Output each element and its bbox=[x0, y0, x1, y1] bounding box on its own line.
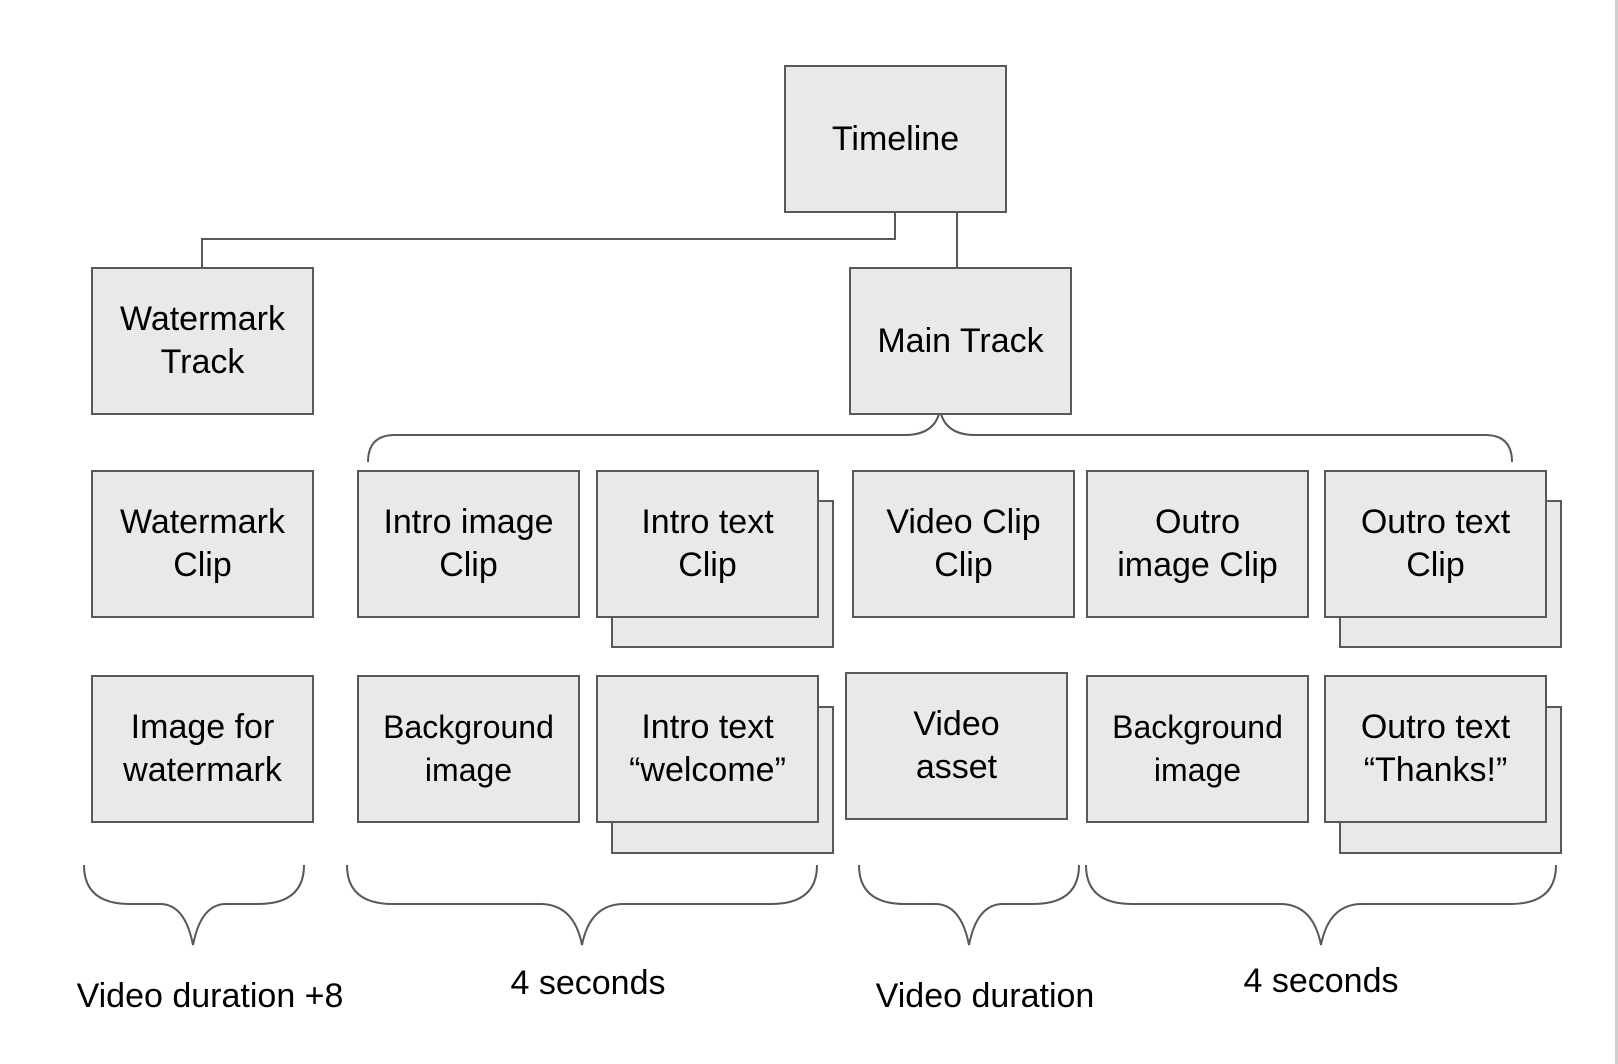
clip-label: Video Clip Clip bbox=[886, 503, 1041, 584]
asset-node[interactable]: Outro text “Thanks!” bbox=[1324, 675, 1547, 823]
main-track-node[interactable]: Main Track bbox=[849, 267, 1072, 415]
clip-label: Intro image Clip bbox=[383, 503, 554, 584]
brace-intro bbox=[346, 864, 818, 946]
clip-label: Watermark Clip bbox=[120, 503, 285, 584]
duration-label-outro: 4 seconds bbox=[1243, 962, 1399, 1000]
asset-label: Intro text “welcome” bbox=[629, 708, 786, 789]
asset-node[interactable]: Video asset bbox=[845, 672, 1068, 820]
clip-node[interactable]: Outro text Clip bbox=[1324, 470, 1547, 618]
duration-label-video: Video duration bbox=[875, 977, 1095, 1015]
duration-label-intro: 4 seconds bbox=[510, 964, 666, 1002]
connector-timeline-watermark-track bbox=[201, 212, 896, 267]
brace-watermark bbox=[83, 864, 305, 946]
duration-label-watermark: Video duration +8 bbox=[76, 977, 344, 1015]
clip-label: Outro text Clip bbox=[1360, 503, 1511, 584]
asset-node[interactable]: Background image bbox=[1086, 675, 1309, 823]
main-track-label: Main Track bbox=[877, 321, 1044, 360]
brace-video bbox=[858, 864, 1080, 946]
clip-node[interactable]: Intro text Clip bbox=[596, 470, 819, 618]
asset-label: Outro text “Thanks!” bbox=[1360, 708, 1511, 789]
clip-label: Intro text Clip bbox=[641, 503, 774, 584]
asset-node[interactable]: Image for watermark bbox=[91, 675, 314, 823]
asset-label: Background image bbox=[383, 709, 554, 788]
watermark-track-label: Watermark Track bbox=[120, 300, 285, 381]
asset-label: Image for watermark bbox=[123, 708, 282, 789]
clip-node[interactable]: Video Clip Clip bbox=[852, 470, 1075, 618]
asset-node[interactable]: Intro text “welcome” bbox=[596, 675, 819, 823]
timeline-node[interactable]: Timeline bbox=[784, 65, 1007, 213]
timeline-label: Timeline bbox=[831, 119, 960, 158]
clip-node[interactable]: Watermark Clip bbox=[91, 470, 314, 618]
asset-node[interactable]: Background image bbox=[357, 675, 580, 823]
clip-label: Outro image Clip bbox=[1117, 503, 1278, 584]
asset-label: Video asset bbox=[913, 705, 1000, 786]
clip-node[interactable]: Intro image Clip bbox=[357, 470, 580, 618]
main-track-clips-brace bbox=[367, 409, 1513, 463]
asset-label: Background image bbox=[1112, 709, 1283, 788]
clip-node[interactable]: Outro image Clip bbox=[1086, 470, 1309, 618]
watermark-track-node[interactable]: Watermark Track bbox=[91, 267, 314, 415]
brace-outro bbox=[1085, 864, 1557, 946]
